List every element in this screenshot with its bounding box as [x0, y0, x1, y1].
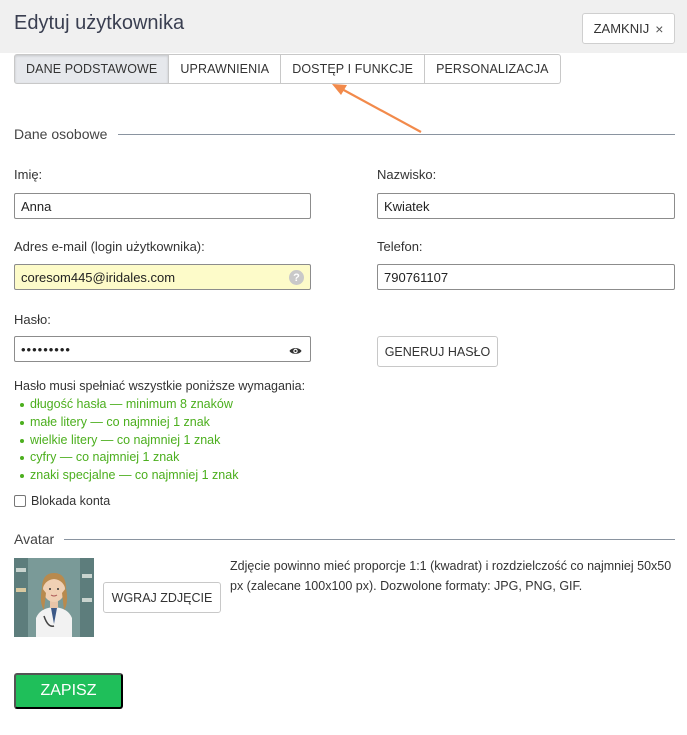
save-button[interactable]: ZAPISZ [14, 673, 123, 709]
password-requirements-list: długość hasła — minimum 8 znaków małe li… [20, 396, 238, 485]
generate-password-button[interactable]: GENERUJ HASŁO [377, 336, 498, 367]
avatar [14, 558, 94, 637]
account-lock-label: Blokada konta [31, 494, 111, 508]
avatar-requirements-note: Zdjęcie powinno mieć proporcje 1:1 (kwad… [230, 559, 672, 593]
last-name-field[interactable]: Kwiatek [377, 193, 675, 219]
modal-header: Edytuj użytkownika ZAMKNIJ × [0, 0, 687, 53]
page-title: Edytuj użytkownika [14, 12, 185, 34]
first-name-value: Anna [21, 198, 52, 214]
phone-label: Telefon: [377, 239, 423, 254]
password-label: Hasło: [14, 312, 51, 327]
close-icon: × [655, 20, 664, 37]
first-name-label: Imię: [14, 167, 43, 182]
requirement-item: małe litery — co najmniej 1 znak [20, 414, 238, 432]
generate-password-label: GENERUJ HASŁO [384, 344, 491, 359]
phone-field[interactable]: 790761107 [377, 264, 675, 290]
tab-label: DOSTĘP I FUNKCJE [292, 62, 414, 76]
password-field[interactable]: ••••••••• [14, 336, 311, 362]
tab-permissions[interactable]: UPRAWNIENIA [169, 54, 282, 84]
email-label: Adres e-mail (login użytkownika): [14, 239, 205, 254]
help-icon[interactable]: ? [289, 270, 304, 285]
requirement-item: wielkie litery — co najmniej 1 znak [20, 432, 238, 450]
save-button-label: ZAPISZ [40, 682, 97, 699]
close-button[interactable]: ZAMKNIJ × [582, 13, 675, 44]
tab-bar: DANE PODSTAWOWE UPRAWNIENIA DOSTĘP I FUN… [14, 54, 561, 84]
requirement-item: znaki specjalne — co najmniej 1 znak [20, 467, 238, 485]
section-title-personal: Dane osobowe [14, 126, 108, 142]
tab-personalization[interactable]: PERSONALIZACJA [425, 54, 561, 84]
email-field[interactable]: coresom445@iridales.com ? [14, 264, 311, 290]
phone-value: 790761107 [384, 269, 449, 285]
section-divider [118, 134, 675, 135]
account-lock-row[interactable]: Blokada konta [14, 494, 110, 508]
annotation-arrow [332, 84, 422, 133]
first-name-field[interactable]: Anna [14, 193, 311, 219]
tab-basic-data[interactable]: DANE PODSTAWOWE [14, 54, 170, 84]
tab-label: UPRAWNIENIA [180, 62, 270, 76]
eye-icon[interactable] [289, 344, 302, 359]
email-value: coresom445@iridales.com [21, 269, 176, 285]
tab-access-functions[interactable]: DOSTĘP I FUNKCJE [281, 54, 426, 84]
close-button-label: ZAMKNIJ [593, 21, 650, 36]
tab-label: DANE PODSTAWOWE [26, 62, 158, 76]
requirement-item: cyfry — co najmniej 1 znak [20, 449, 238, 467]
section-divider [64, 539, 675, 540]
upload-photo-button[interactable]: WGRAJ ZDJĘCIE [103, 582, 221, 613]
requirement-item: długość hasła — minimum 8 znaków [20, 396, 238, 414]
password-requirements-title: Hasło musi spełniać wszystkie poniższe w… [14, 379, 306, 393]
last-name-value: Kwiatek [384, 198, 430, 214]
upload-photo-label: WGRAJ ZDJĘCIE [111, 590, 213, 605]
account-lock-checkbox[interactable] [14, 495, 26, 507]
tab-label: PERSONALIZACJA [436, 62, 549, 76]
password-value: ••••••••• [21, 341, 71, 357]
section-title-avatar: Avatar [14, 531, 55, 547]
last-name-label: Nazwisko: [377, 167, 437, 182]
